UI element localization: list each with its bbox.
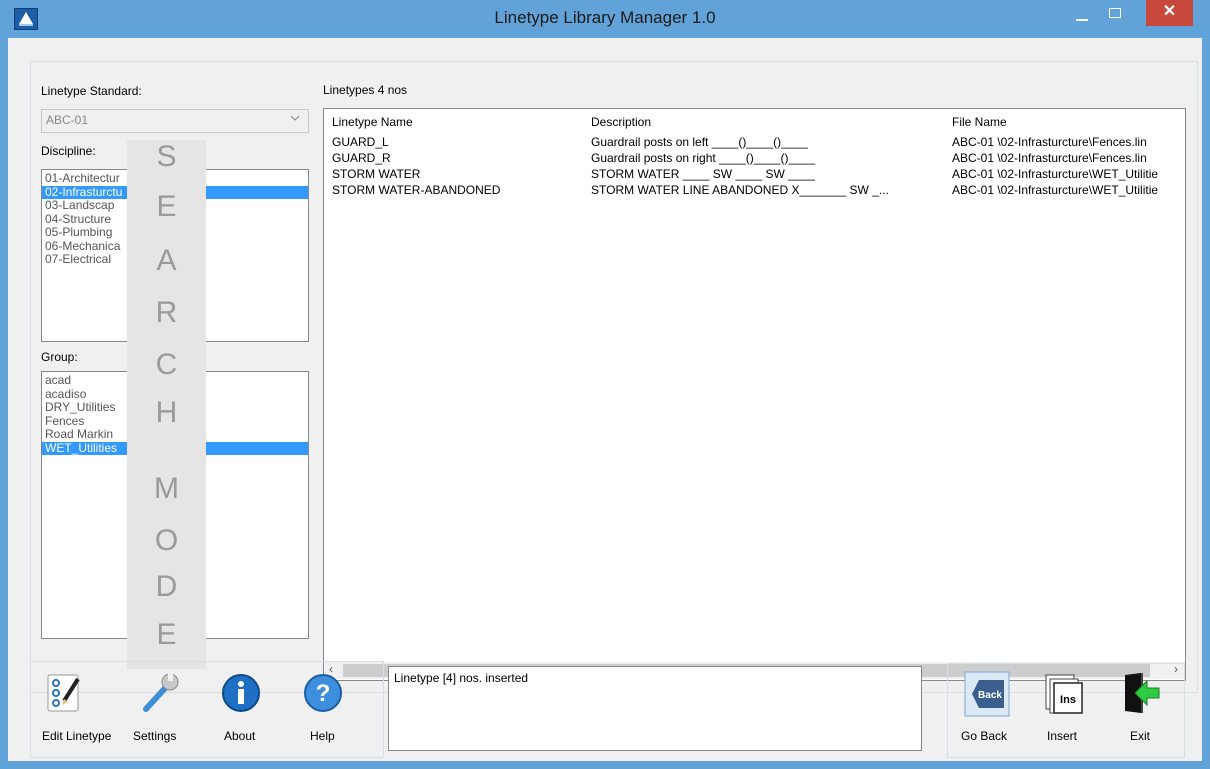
table-cell[interactable]: Guardrail posts on right ____()____()___… — [591, 151, 949, 165]
search-mode-letter: O — [154, 524, 179, 557]
status-message: Linetype [4] nos. inserted — [394, 671, 529, 685]
chevron-down-icon[interactable] — [290, 113, 300, 126]
table-cell[interactable]: ABC-01 \02-Infrasturcture\Fences.lin — [952, 135, 1182, 149]
table-cell[interactable]: STORM WATER — [332, 167, 587, 181]
help-icon: ? — [304, 674, 342, 712]
svg-text:?: ? — [316, 680, 331, 707]
settings-button[interactable] — [138, 671, 182, 715]
search-mode-letter: M — [154, 472, 179, 505]
insert-icon: Ins — [1045, 674, 1083, 714]
exit-button[interactable] — [1119, 671, 1163, 715]
exit-door-icon — [1125, 673, 1160, 713]
search-mode-letter: C — [155, 348, 178, 381]
status-message-box: Linetype [4] nos. inserted — [388, 666, 922, 751]
group-label: Group: — [41, 350, 78, 364]
edit-linetype-icon — [47, 674, 80, 712]
table-cell[interactable]: ABC-01 \02-Infrasturcture\Fences.lin — [952, 151, 1182, 165]
minimize-button[interactable] — [1069, 4, 1095, 26]
app-window: Linetype Library Manager 1.0 ✕ Linetype … — [0, 0, 1210, 769]
info-icon — [222, 674, 260, 712]
search-mode-letter: R — [155, 296, 178, 329]
table-cell[interactable]: ABC-01 \02-Infrasturcture\WET_Utilitie — [952, 183, 1182, 197]
table-cell[interactable]: Guardrail posts on left ____()____()____ — [591, 135, 949, 149]
table-cell[interactable]: STORM WATER-ABANDONED — [332, 183, 587, 197]
settings-label[interactable]: Settings — [133, 729, 176, 743]
client-area: Linetype Standard: ABC-01 Discipline: 01… — [8, 38, 1202, 761]
go-back-label[interactable]: Go Back — [961, 729, 1007, 743]
insert-label[interactable]: Insert — [1047, 729, 1077, 743]
maximize-button[interactable] — [1102, 4, 1128, 26]
back-icon-text: Back — [978, 690, 1002, 701]
wrench-icon — [143, 673, 179, 712]
linetypes-count-label: Linetypes 4 nos — [323, 83, 408, 97]
linetype-standard-label: Linetype Standard: — [41, 84, 142, 98]
edit-linetype-button[interactable] — [42, 671, 86, 715]
column-header-filename[interactable]: File Name — [952, 115, 1007, 129]
table-cell[interactable]: GUARD_R — [332, 151, 587, 165]
search-mode-letter: D — [155, 570, 178, 603]
search-mode-letter: S — [156, 140, 177, 173]
table-cell[interactable]: ABC-01 \02-Infrasturcture\WET_Utilitie — [952, 167, 1182, 181]
search-mode-letter: H — [155, 396, 178, 429]
table-cell[interactable]: GUARD_L — [332, 135, 587, 149]
help-button[interactable]: ? — [301, 671, 345, 715]
insert-button[interactable]: Ins — [1042, 671, 1086, 715]
column-header-description[interactable]: Description — [591, 115, 651, 129]
about-label[interactable]: About — [224, 729, 255, 743]
about-button[interactable] — [219, 671, 263, 715]
close-button[interactable]: ✕ — [1146, 0, 1193, 26]
go-back-button[interactable]: Back — [964, 671, 1010, 717]
table-cell[interactable]: STORM WATER LINE ABANDONED X_______ SW _… — [591, 183, 949, 197]
exit-label[interactable]: Exit — [1130, 729, 1150, 743]
linetypes-table[interactable]: Linetype Name Description File Name ‹ › … — [323, 108, 1186, 681]
edit-linetype-label[interactable]: Edit Linetype — [42, 729, 111, 743]
linetype-standard-dropdown[interactable]: ABC-01 — [41, 109, 309, 133]
search-mode-letter: E — [156, 618, 177, 651]
column-header-name[interactable]: Linetype Name — [332, 115, 413, 129]
discipline-label: Discipline: — [41, 144, 96, 158]
search-mode-overlay: SEARCHMODE — [127, 140, 206, 669]
window-title: Linetype Library Manager 1.0 — [494, 8, 716, 27]
search-mode-letter: E — [156, 190, 177, 223]
search-mode-letter: A — [156, 244, 177, 277]
linetype-standard-value: ABC-01 — [46, 113, 89, 127]
back-icon: Back — [964, 671, 1010, 717]
help-label[interactable]: Help — [310, 729, 335, 743]
table-cell[interactable]: STORM WATER ____ SW ____ SW ____ — [591, 167, 949, 181]
title-bar[interactable]: Linetype Library Manager 1.0 ✕ — [0, 0, 1210, 38]
insert-icon-text: Ins — [1060, 694, 1076, 706]
